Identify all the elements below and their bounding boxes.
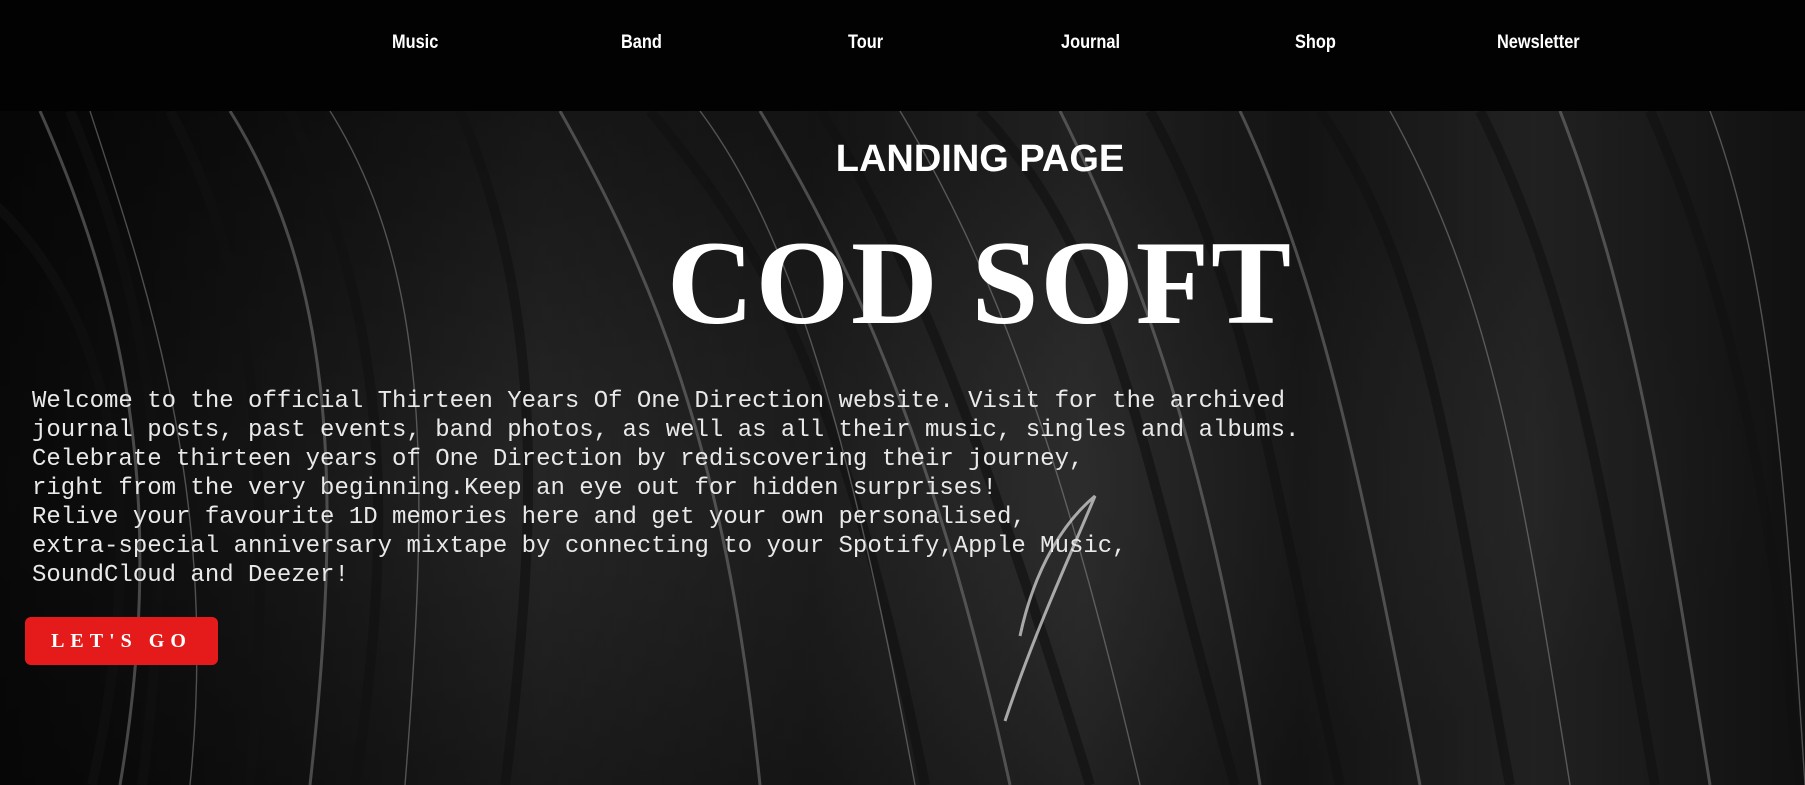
nav-link-music[interactable]: Music bbox=[392, 30, 438, 56]
nav-link-newsletter[interactable]: Newsletter bbox=[1497, 30, 1580, 56]
landing-page-eyebrow: LANDING PAGE bbox=[835, 138, 1125, 180]
nav-link-shop[interactable]: Shop bbox=[1295, 30, 1336, 56]
nav-link-band[interactable]: Band bbox=[621, 30, 662, 56]
nav-link-tour[interactable]: Tour bbox=[848, 30, 883, 56]
top-navigation-bar: Music Band Tour Journal Shop Newsletter bbox=[0, 0, 1805, 111]
lets-go-button[interactable]: LET'S GO bbox=[25, 617, 218, 665]
brand-title: COD SOFT bbox=[666, 216, 1294, 349]
hero-content: LANDING PAGE COD SOFT Welcome to the off… bbox=[0, 111, 1805, 785]
hero-section: LANDING PAGE COD SOFT Welcome to the off… bbox=[0, 111, 1805, 785]
intro-paragraph: Welcome to the official Thirteen Years O… bbox=[32, 388, 1300, 589]
nav-link-journal[interactable]: Journal bbox=[1061, 30, 1120, 56]
